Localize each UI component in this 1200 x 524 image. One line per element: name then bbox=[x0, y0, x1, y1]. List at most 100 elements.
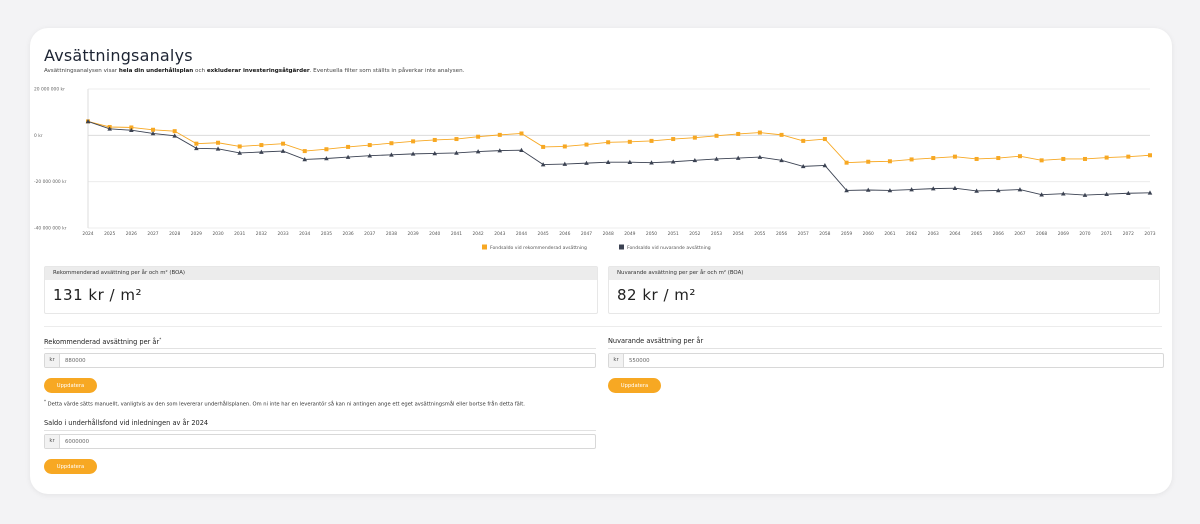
x-tick-label: 2042 bbox=[473, 231, 484, 237]
data-point-recommended bbox=[172, 129, 177, 134]
data-point-recommended bbox=[714, 133, 719, 138]
fund-balance-label: Saldo i underhållsfond vid inledningen a… bbox=[44, 419, 209, 427]
recommended-per-m2-label: Rekommenderad avsättning per år och m² (… bbox=[45, 267, 597, 280]
data-point-recommended bbox=[627, 139, 632, 144]
data-point-recommended bbox=[909, 157, 914, 162]
x-tick-label: 2070 bbox=[1079, 231, 1090, 237]
data-point-recommended bbox=[822, 137, 827, 142]
x-tick-label: 2035 bbox=[321, 231, 332, 237]
x-tick-label: 2061 bbox=[884, 231, 895, 237]
recommended-per-m2-box: Rekommenderad avsättning per år och m² (… bbox=[44, 266, 598, 314]
data-point-recommended bbox=[389, 141, 394, 146]
x-tick-label: 2028 bbox=[169, 231, 180, 237]
current-per-m2-box: Nuvarande avsättning per per år och m² (… bbox=[608, 266, 1160, 314]
y-tick-label: 0 kr bbox=[34, 133, 43, 139]
x-tick-label: 2065 bbox=[971, 231, 982, 237]
recommended-allocation-input[interactable] bbox=[60, 354, 595, 367]
data-point-recommended bbox=[519, 131, 524, 136]
data-point-recommended bbox=[259, 143, 264, 148]
x-tick-label: 2068 bbox=[1036, 231, 1047, 237]
balance-line-chart: 20 000 000 kr 0 kr -20 000 000 kr -40 000 0… bbox=[34, 87, 1156, 251]
data-point-recommended bbox=[887, 159, 892, 164]
x-tick-label: 2033 bbox=[277, 231, 288, 237]
data-point-recommended bbox=[866, 159, 871, 164]
data-point-recommended bbox=[736, 131, 741, 136]
x-tick-label: 2046 bbox=[559, 231, 570, 237]
data-point-recommended bbox=[649, 138, 654, 143]
data-point-recommended bbox=[281, 141, 286, 146]
data-point-recommended bbox=[757, 130, 762, 135]
x-tick-label: 2056 bbox=[776, 231, 787, 237]
data-point-recommended bbox=[1104, 155, 1109, 160]
currency-addon: kr bbox=[609, 354, 624, 367]
x-tick-label: 2049 bbox=[624, 231, 635, 237]
data-point-recommended bbox=[1039, 158, 1044, 163]
legend-swatch bbox=[482, 244, 487, 250]
x-tick-label: 2031 bbox=[234, 231, 245, 237]
x-tick-label: 2051 bbox=[668, 231, 679, 237]
x-tick-label: 2029 bbox=[191, 231, 202, 237]
x-tick-label: 2030 bbox=[212, 231, 223, 237]
fund-balance-input[interactable] bbox=[60, 435, 595, 448]
data-point-recommended bbox=[497, 132, 502, 137]
x-tick-label: 2037 bbox=[364, 231, 375, 237]
current-label-underline bbox=[608, 348, 1162, 349]
x-tick-label: 2039 bbox=[408, 231, 419, 237]
x-tick-label: 2048 bbox=[603, 231, 614, 237]
data-point-recommended bbox=[801, 138, 806, 143]
x-tick-label: 2063 bbox=[928, 231, 939, 237]
y-tick-label: 20 000 000 kr bbox=[34, 87, 65, 93]
x-tick-label: 2055 bbox=[754, 231, 765, 237]
data-point-recommended bbox=[541, 144, 546, 149]
x-tick-label: 2024 bbox=[82, 231, 93, 237]
data-point-recommended bbox=[194, 141, 199, 146]
footnote: * Detta värde sätts manuellt, vanligtvis… bbox=[44, 399, 525, 408]
x-tick-label: 2057 bbox=[798, 231, 809, 237]
section-divider bbox=[44, 326, 1162, 327]
x-tick-label: 2066 bbox=[993, 231, 1004, 237]
x-tick-label: 2027 bbox=[147, 231, 158, 237]
current-allocation-label: Nuvarande avsättning per år bbox=[608, 337, 704, 345]
x-tick-label: 2054 bbox=[733, 231, 744, 237]
update-recommended-button[interactable]: Uppdatera bbox=[44, 378, 97, 393]
data-point-recommended bbox=[692, 135, 697, 140]
data-point-recommended bbox=[216, 140, 221, 145]
x-tick-label: 2064 bbox=[949, 231, 960, 237]
data-point-recommended bbox=[606, 140, 611, 145]
x-tick-label: 2052 bbox=[689, 231, 700, 237]
x-tick-label: 2071 bbox=[1101, 231, 1112, 237]
x-tick-label: 2043 bbox=[494, 231, 505, 237]
data-point-recommended bbox=[1082, 156, 1087, 161]
legend-label: Fondsaldo vid rekommenderad avsättning bbox=[490, 245, 587, 251]
data-point-recommended bbox=[996, 156, 1001, 161]
data-point-recommended bbox=[931, 156, 936, 161]
current-allocation-input[interactable] bbox=[624, 354, 1163, 367]
x-tick-label: 2026 bbox=[126, 231, 137, 237]
analysis-card: Avsättningsanalys Avsättningsanalysen vi… bbox=[30, 28, 1172, 494]
current-allocation-field: kr bbox=[608, 353, 1164, 368]
update-current-button[interactable]: Uppdatera bbox=[608, 378, 661, 393]
series-line bbox=[87, 120, 1151, 164]
x-tick-label: 2038 bbox=[386, 231, 397, 237]
x-tick-label: 2062 bbox=[906, 231, 917, 237]
data-point-recommended bbox=[346, 144, 351, 149]
y-tick-label: -20 000 000 kr bbox=[34, 179, 67, 185]
update-balance-button[interactable]: Uppdatera bbox=[44, 459, 97, 474]
x-tick-label: 2050 bbox=[646, 231, 657, 237]
data-point-recommended bbox=[671, 137, 676, 142]
data-point-recommended bbox=[237, 144, 242, 149]
fund-balance-field: kr bbox=[44, 434, 596, 449]
data-point-recommended bbox=[1148, 153, 1152, 158]
y-tick-label: -40 000 000 kr bbox=[34, 226, 67, 232]
data-point-recommended bbox=[974, 156, 979, 161]
data-point-recommended bbox=[476, 134, 481, 139]
legend-swatch bbox=[619, 244, 624, 250]
data-point-recommended bbox=[584, 142, 589, 147]
x-tick-label: 2041 bbox=[451, 231, 462, 237]
data-point-recommended bbox=[952, 154, 957, 159]
current-per-m2-label: Nuvarande avsättning per per år och m² (… bbox=[609, 267, 1159, 280]
data-point-recommended bbox=[779, 132, 784, 137]
x-tick-label: 2045 bbox=[538, 231, 549, 237]
x-tick-label: 2036 bbox=[342, 231, 353, 237]
data-point-recommended bbox=[1017, 154, 1022, 159]
